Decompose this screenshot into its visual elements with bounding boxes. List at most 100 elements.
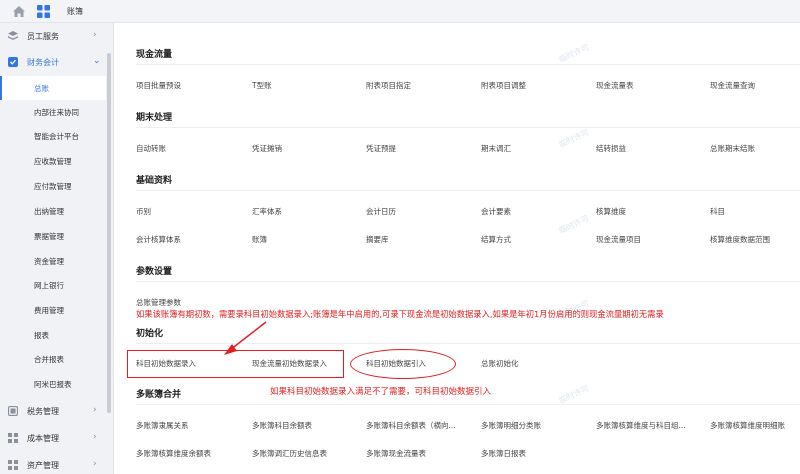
func-link[interactable]: 摘要库 [366,234,389,245]
tax-icon [7,405,19,417]
breadcrumb[interactable]: 账簿 [67,6,83,17]
func-link[interactable]: 附表项目调整 [481,80,526,91]
func-link[interactable]: 现金流量表 [596,80,634,91]
func-link[interactable]: 多账簿调汇历史信息表 [252,448,327,459]
func-link[interactable]: 核算维度数据范围 [710,234,770,245]
sidebar-sub-funds[interactable]: 资金管理 [0,249,106,273]
divider [136,404,800,405]
sidebar-sub-label: 资金管理 [34,257,64,266]
func-link[interactable]: 科目 [710,206,725,217]
sidebar-sub-internal-collab[interactable]: 内部往来协同 [0,100,106,124]
top-bar: 账簿 [0,0,800,23]
divider [136,64,800,65]
func-link[interactable]: 附表项目指定 [366,80,411,91]
sidebar-item-label: 成本管理 [27,434,59,443]
func-link[interactable]: 现金流量查询 [710,80,755,91]
sidebar-sub-cashier[interactable]: 出纳管理 [0,199,106,223]
watermark: 临时许可 [557,127,591,150]
func-link[interactable]: 多账簿核算维度余额表 [136,448,211,459]
sidebar-sub-online-bank[interactable]: 网上银行 [0,273,106,297]
sidebar-item-label: 员工服务 [27,32,59,41]
annotation-arrow [224,321,267,355]
main-content: 临时许可 临时许可 临时许可 临时许可 临时许可 现金流量 项目批量预设 T型账… [114,23,800,474]
chevron-right-icon: › [93,432,97,442]
sidebar-sub-label: 阿米巴报表 [34,380,72,389]
sidebar-item-tax[interactable]: 税务管理 › [0,399,106,423]
func-link[interactable]: 会计核算体系 [136,234,181,245]
func-link[interactable]: 总账管理参数 [136,297,181,308]
func-link[interactable]: 多账簿日报表 [481,448,526,459]
sidebar-sub-label: 网上银行 [34,281,64,290]
sidebar-sub-expense[interactable]: 费用管理 [0,298,106,322]
grid-icon[interactable] [37,5,50,18]
chevron-right-icon: › [93,459,97,469]
sidebar-sub-label: 应收款管理 [34,157,72,166]
sidebar-item-cost[interactable]: 成本管理 › [0,426,106,450]
section-title-initialization: 初始化 [136,329,164,339]
sidebar-sub-label: 报表 [34,331,49,340]
watermark: 临时许可 [557,383,591,406]
func-link[interactable]: 多账簿隶属关系 [136,420,189,431]
func-link[interactable]: 项目批量预设 [136,80,181,91]
func-link[interactable]: 自动转账 [136,143,166,154]
sidebar-sub-reports[interactable]: 报表 [0,323,106,347]
func-link[interactable]: 汇率体系 [252,206,282,217]
divider [136,281,800,282]
sidebar-sub-smart-accounting[interactable]: 智能会计平台 [0,124,106,148]
sidebar-sub-consolidated[interactable]: 合并报表 [0,347,106,371]
sidebar-sub-label: 智能会计平台 [34,132,79,141]
func-link[interactable]: 账簿 [252,234,267,245]
func-link[interactable]: 多账簿现金流量表 [366,448,426,459]
watermark: 临时许可 [557,213,591,236]
sidebar: 员工服务 › 财务会计 ⌄ 总账 内部往来协同 智能会计平台 应收款管理 应付款… [0,23,114,474]
section-title-period-end: 期末处理 [136,113,173,123]
func-link[interactable]: 多账簿核算维度明细账 [710,420,785,431]
sidebar-sub-bills[interactable]: 票据管理 [0,224,106,248]
func-link[interactable]: 会计要素 [481,206,511,217]
sidebar-sub-amoeba[interactable]: 阿米巴报表 [0,372,106,396]
sidebar-item-finance[interactable]: 财务会计 ⌄ [0,50,106,74]
sidebar-sub-general-ledger[interactable]: 总账 [0,76,106,100]
func-link[interactable]: 总账初始化 [481,358,519,369]
func-link[interactable]: 期末调汇 [481,143,511,154]
sidebar-item-employee-service[interactable]: 员工服务 › [0,24,106,48]
finance-icon [8,57,18,67]
section-title-cash-flow: 现金流量 [136,50,173,60]
func-link[interactable]: 核算维度 [596,206,626,217]
sidebar-sub-receivables[interactable]: 应收款管理 [0,149,106,173]
chevron-down-icon: ⌄ [93,56,101,66]
sidebar-sub-label: 出纳管理 [34,207,64,216]
annotation-note-1: 如果该账簿有期初数，需要录科目初始数据录入;账簿是年中启用的,可录下现金流是初始… [136,309,664,319]
home-icon[interactable] [12,5,26,18]
func-link[interactable]: 多账簿明细分类账 [481,420,541,431]
annotation-circle [350,349,456,379]
sidebar-sub-label: 应付款管理 [34,182,72,191]
sidebar-sub-label: 内部往来协同 [34,108,79,117]
func-link[interactable]: 会计日历 [366,206,396,217]
asset-icon [8,460,18,470]
employee-icon [8,31,18,41]
sidebar-item-label: 资产管理 [27,461,59,470]
sidebar-scrollbar[interactable] [107,53,111,413]
func-link[interactable]: T型账 [252,80,272,91]
sidebar-sub-payables[interactable]: 应付款管理 [0,174,106,198]
sidebar-item-label: 税务管理 [27,407,59,416]
divider [136,190,800,191]
cost-icon [8,433,18,443]
func-link[interactable]: 凭证预提 [366,143,396,154]
func-link[interactable]: 多账簿科目余额表 [252,420,312,431]
func-link[interactable]: 凭证摊销 [252,143,282,154]
func-link[interactable]: 币别 [136,206,151,217]
sidebar-sub-label: 费用管理 [34,306,64,315]
sidebar-sub-label: 合并报表 [34,355,64,364]
func-link[interactable]: 结算方式 [481,234,511,245]
func-link[interactable]: 多账簿核算维度与科目组... [596,420,686,431]
func-link[interactable]: 总账期末结账 [710,143,755,154]
annotation-note-2: 如果科目初始数据录入满足不了需要，可科目初始数据引入 [270,387,492,397]
section-title-multi-book: 多账簿合并 [136,390,182,400]
func-link[interactable]: 现金流量项目 [596,234,641,245]
func-link[interactable]: 结转损益 [596,143,626,154]
sidebar-item-asset[interactable]: 资产管理 › [0,453,106,474]
func-link[interactable]: 多账簿科目余额表（横向... [366,420,456,431]
divider [136,127,800,128]
